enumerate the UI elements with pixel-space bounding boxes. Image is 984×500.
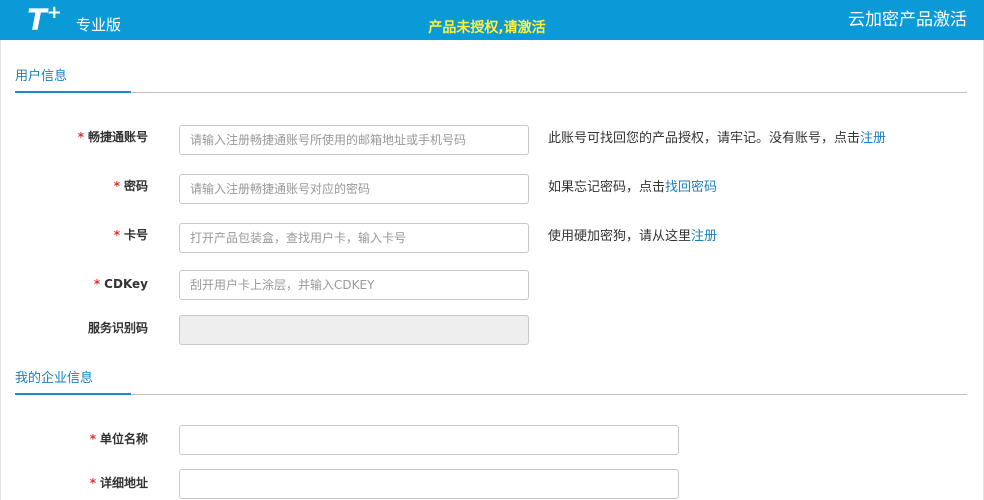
page-title: 云加密产品激活 [848, 10, 967, 30]
account-hint: 此账号可找回您的产品授权，请牢记。没有账号，点击注册 [548, 130, 886, 148]
cdkey-input[interactable] [179, 270, 529, 300]
company-name-input[interactable] [179, 425, 679, 455]
license-notice-text: 产品未授权,请激活 [428, 20, 546, 36]
address-label-text: 详细地址 [99, 476, 148, 490]
top-banner: T + 专业版 产品未授权,请激活 云加密产品激活 [0, 0, 984, 40]
card-number-input[interactable] [179, 223, 529, 253]
company-name-label: * 单位名称 [0, 430, 148, 448]
password-input[interactable] [179, 174, 529, 204]
password-hint: 如果忘记密码，点击找回密码 [548, 179, 717, 197]
required-mark: * [77, 130, 84, 144]
required-mark: * [89, 432, 96, 446]
recover-password-link[interactable]: 找回密码 [665, 180, 717, 195]
card-hint: 使用硬加密狗，请从这里注册 [548, 228, 717, 246]
register-link[interactable]: 注册 [860, 131, 886, 146]
cdkey-label: * CDKey [0, 275, 148, 293]
section-accent-company-info [15, 393, 131, 395]
required-mark: * [113, 179, 120, 193]
account-label: * 畅捷通账号 [0, 128, 148, 146]
dongle-register-link[interactable]: 注册 [691, 229, 717, 244]
section-accent-user-info [15, 91, 131, 93]
address-input[interactable] [179, 469, 679, 499]
section-rule-user-info [15, 92, 967, 93]
card-hint-text: 使用硬加密狗，请从这里 [548, 229, 692, 244]
card-label: * 卡号 [0, 226, 148, 244]
card-label-text: 卡号 [123, 228, 148, 242]
service-code-label: 服务识别码 [0, 319, 148, 337]
address-label: * 详细地址 [0, 474, 148, 492]
account-input[interactable] [179, 125, 529, 155]
section-title-user-info: 用户信息 [15, 69, 68, 84]
cdkey-label-text: CDKey [104, 277, 148, 291]
license-notice: 产品未授权,请激活 [0, 19, 984, 37]
section-rule-company-info [15, 394, 967, 395]
required-mark: * [93, 277, 101, 291]
password-label-text: 密码 [123, 179, 148, 193]
required-mark: * [89, 476, 96, 490]
password-hint-text: 如果忘记密码，点击 [548, 180, 666, 195]
company-name-label-text: 单位名称 [99, 432, 148, 446]
service-code-label-text: 服务识别码 [87, 321, 148, 335]
account-hint-text: 此账号可找回您的产品授权，请牢记。没有账号，点击 [548, 131, 861, 146]
required-mark: * [113, 228, 120, 242]
password-label: * 密码 [0, 177, 148, 195]
account-label-text: 畅捷通账号 [87, 130, 148, 144]
section-title-company-info: 我的企业信息 [15, 371, 94, 386]
service-code-input [179, 315, 529, 345]
